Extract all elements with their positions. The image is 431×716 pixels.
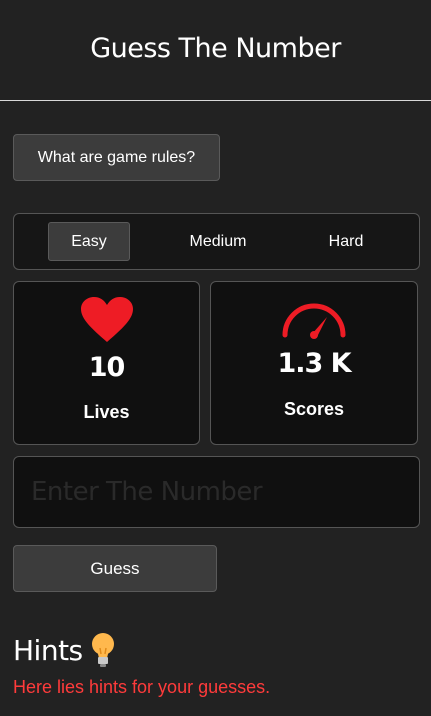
scores-card: 1.3 K Scores xyxy=(210,281,418,445)
app-header: Guess The Number xyxy=(0,0,431,101)
stats-row: 10 Lives 1.3 K Scores xyxy=(13,281,418,445)
difficulty-medium-button[interactable]: Medium xyxy=(177,222,259,261)
lightbulb-icon xyxy=(91,633,114,667)
game-rules-button[interactable]: What are game rules? xyxy=(13,134,220,181)
difficulty-hard-button[interactable]: Hard xyxy=(305,222,387,261)
guess-button[interactable]: Guess xyxy=(13,545,217,592)
hints-title: Hints xyxy=(13,633,83,667)
scores-value: 1.3 K xyxy=(277,348,351,379)
number-input[interactable] xyxy=(13,456,420,528)
speedometer-icon xyxy=(282,303,346,339)
hints-text: Here lies hints for your guesses. xyxy=(13,677,271,697)
difficulty-easy-button[interactable]: Easy xyxy=(48,222,130,261)
difficulty-selector: Easy Medium Hard xyxy=(13,213,420,270)
page-title: Guess The Number xyxy=(90,32,341,64)
heart-icon xyxy=(80,297,133,342)
lives-value: 10 xyxy=(88,352,126,383)
lives-label: Lives xyxy=(83,402,130,422)
lives-card: 10 Lives xyxy=(13,281,201,445)
hints-heading: Hints xyxy=(13,632,418,668)
main-content: What are game rules? Easy Medium Hard 10… xyxy=(0,134,431,698)
scores-label: Scores xyxy=(284,399,345,419)
